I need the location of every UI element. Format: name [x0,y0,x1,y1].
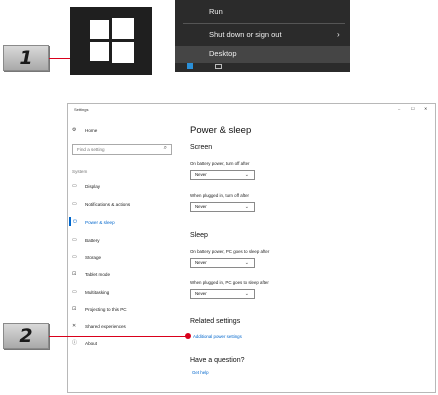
screen-plugged-dropdown[interactable]: Never ⌄ [190,202,255,212]
battery-icon: ▭ [72,237,77,243]
sidebar-item-power-sleep[interactable]: Power & sleep [85,220,115,225]
display-icon: ▭ [72,183,77,189]
menu-item-shutdown[interactable]: Shut down or sign out › [175,27,350,43]
step-1-badge: 1 [3,45,49,71]
window-title: Settings [74,107,89,112]
step-2-leader [49,336,187,337]
sidebar-item-storage[interactable]: Storage [85,255,101,260]
sleep-plugged-value: Never [195,291,207,296]
tablet-mode-icon: ⊡ [72,271,77,277]
screen-battery-dropdown[interactable]: Never ⌄ [190,170,255,180]
sidebar-item-multitasking[interactable]: Multitasking [85,290,109,295]
search-placeholder: Find a setting [77,147,105,152]
sidebar-active-indicator [69,217,71,226]
sleep-battery-dropdown[interactable]: Never ⌄ [190,258,255,268]
start-context-menu: Run Shut down or sign out › Desktop [175,0,350,72]
sleep-plugged-label: When plugged in, PC goes to sleep after [190,280,269,285]
storage-icon: ▭ [72,254,77,260]
taskbar-icon [187,63,193,69]
section-sleep: Sleep [190,232,208,239]
power-icon: ⏻ [73,219,77,225]
sidebar-item-notifications[interactable]: Notifications & actions [85,202,130,207]
menu-item-run[interactable]: Run [175,4,350,20]
chevron-down-icon: ⌄ [244,204,249,210]
home-icon: ⚙ [72,127,77,133]
sidebar-item-shared-experiences[interactable]: Shared experiences [85,324,126,329]
get-help-link[interactable]: Get help [192,370,209,375]
minimize-button[interactable]: – [398,106,400,111]
sidebar-item-home[interactable]: Home [85,128,97,133]
screen-plugged-label: When plugged in, turn off after [190,193,249,198]
sidebar-section-system: System [72,169,88,174]
sidebar-item-about[interactable]: About [85,341,97,346]
chevron-down-icon: ⌄ [244,291,249,297]
chevron-down-icon: ⌄ [244,260,249,266]
projecting-icon: ⊡ [72,306,77,312]
page-title: Power & sleep [190,125,252,136]
taskbar-icon-secondary [215,64,222,69]
screen-plugged-value: Never [195,204,207,209]
sleep-plugged-dropdown[interactable]: Never ⌄ [190,289,255,299]
search-input[interactable]: Find a setting ⌕ [72,144,172,155]
sleep-battery-value: Never [195,260,207,265]
screen-battery-value: Never [195,172,207,177]
section-have-a-question: Have a question? [190,357,245,364]
shared-experiences-icon: ✕ [72,323,77,329]
chevron-right-icon: › [337,30,340,39]
step-2-badge: 2 [3,323,49,349]
about-icon: ⓘ [72,340,78,346]
additional-power-settings-link[interactable]: Additional power settings [193,334,242,339]
section-screen: Screen [190,144,213,151]
menu-separator [183,23,345,24]
sidebar-item-battery[interactable]: Battery [85,238,100,243]
close-button[interactable]: ✕ [424,106,427,111]
sidebar-item-display[interactable]: Display [85,184,100,189]
maximize-button[interactable]: ☐ [411,106,415,111]
search-icon: ⌕ [163,145,167,151]
chevron-down-icon: ⌄ [244,172,249,178]
screen-battery-label: On battery power, turn off after [190,161,250,166]
settings-window: Settings – ☐ ✕ ⚙ Home Find a setting ⌕ S… [67,103,436,393]
step-2-dot [185,333,191,339]
section-related-settings: Related settings [190,318,241,325]
start-button[interactable] [70,7,152,75]
sidebar-item-tablet-mode[interactable]: Tablet mode [85,272,110,277]
notifications-icon: ▭ [72,201,77,207]
menu-item-shutdown-label: Shut down or sign out [209,30,282,39]
sidebar-item-projecting[interactable]: Projecting to this PC [85,307,127,312]
multitasking-icon: ▭ [72,289,77,295]
sleep-battery-label: On battery power, PC goes to sleep after [190,249,270,254]
menu-item-desktop[interactable]: Desktop [175,46,350,63]
